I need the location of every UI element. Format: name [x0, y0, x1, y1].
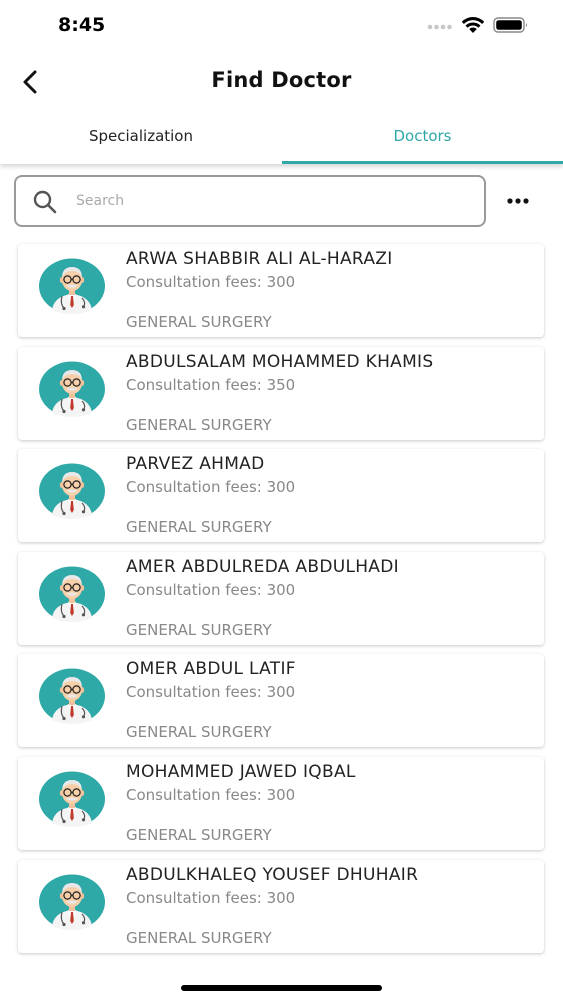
doctor-name: OMER ABDUL LATIF	[126, 659, 296, 680]
doctor-specialization: GENERAL SURGERY	[126, 313, 272, 331]
consultation-fee: Consultation fees: 300	[126, 785, 296, 804]
consultation-fee: Consultation fees: 350	[126, 375, 296, 394]
consultation-fee: Consultation fees: 300	[126, 478, 296, 497]
consultation-fee: Consultation fees: 300	[126, 580, 296, 599]
doctor-card[interactable]: MOHAMMED JAWED IQBAL Consultation fees: …	[18, 756, 544, 850]
doctor-avatar-icon	[39, 361, 105, 417]
doctor-list: ARWA SHABBIR ALI AL-HARAZI Consultation …	[18, 244, 544, 962]
doctor-specialization: GENERAL SURGERY	[126, 825, 272, 844]
wifi-icon	[461, 17, 485, 33]
tab-doctors[interactable]: Doctors	[282, 112, 563, 164]
doctor-name: ABDULKHALEQ YOUSEF DHUHAIR	[126, 864, 419, 885]
search-icon	[33, 190, 57, 214]
ellipsis-icon	[507, 198, 529, 204]
doctor-card[interactable]: ARWA SHABBIR ALI AL-HARAZI Consultation …	[18, 244, 544, 337]
more-options-button[interactable]	[502, 190, 534, 212]
signal-icon	[427, 24, 452, 30]
doctor-specialization: GENERAL SURGERY	[126, 415, 272, 434]
consultation-fee: Consultation fees: 300	[126, 888, 296, 907]
doctor-specialization: GENERAL SURGERY	[126, 723, 272, 742]
doctor-avatar-icon	[39, 668, 105, 725]
doctor-card[interactable]: AMER ABDULREDA ABDULHADI Consultation fe…	[18, 551, 544, 645]
doctor-avatar-icon	[39, 258, 105, 314]
search-input[interactable]	[76, 187, 466, 215]
doctor-name: PARVEZ AHMAD	[126, 454, 265, 475]
doctor-specialization: GENERAL SURGERY	[126, 928, 272, 947]
doctor-name: ABDULSALAM MOHAMMED KHAMIS	[126, 351, 434, 372]
status-bar: 8:45	[0, 0, 563, 52]
navigation-bar: Find Doctor	[0, 52, 563, 112]
search-box[interactable]	[14, 175, 486, 227]
doctor-avatar-icon	[39, 566, 105, 622]
doctor-name: AMER ABDULREDA ABDULHADI	[126, 556, 399, 577]
tab-specialization[interactable]: Specialization	[0, 112, 282, 164]
page-title: Find Doctor	[211, 68, 352, 92]
doctor-specialization: GENERAL SURGERY	[126, 518, 272, 537]
battery-icon	[493, 17, 527, 33]
doctor-avatar-icon	[39, 463, 105, 520]
consultation-fee: Consultation fees: 300	[126, 273, 296, 291]
doctor-card[interactable]: ABDULKHALEQ YOUSEF DHUHAIR Consultation …	[18, 859, 544, 953]
consultation-fee: Consultation fees: 300	[126, 683, 296, 702]
tab-bar: Specialization Doctors	[0, 112, 563, 164]
status-time: 8:45	[58, 14, 106, 36]
home-indicator	[181, 985, 382, 991]
doctor-avatar-icon	[39, 874, 105, 930]
doctor-name: ARWA SHABBIR ALI AL-HARAZI	[126, 249, 393, 269]
doctor-avatar-icon	[39, 771, 105, 827]
active-tab-indicator	[282, 161, 563, 164]
doctor-card[interactable]: OMER ABDUL LATIF Consultation fees: 300 …	[18, 654, 544, 748]
doctor-specialization: GENERAL SURGERY	[126, 620, 272, 639]
doctor-card[interactable]: PARVEZ AHMAD Consultation fees: 300 GENE…	[18, 449, 544, 543]
doctor-name: MOHAMMED JAWED IQBAL	[126, 761, 356, 782]
status-icons	[427, 16, 529, 34]
doctor-card[interactable]: ABDULSALAM MOHAMMED KHAMIS Consultation …	[18, 346, 544, 440]
